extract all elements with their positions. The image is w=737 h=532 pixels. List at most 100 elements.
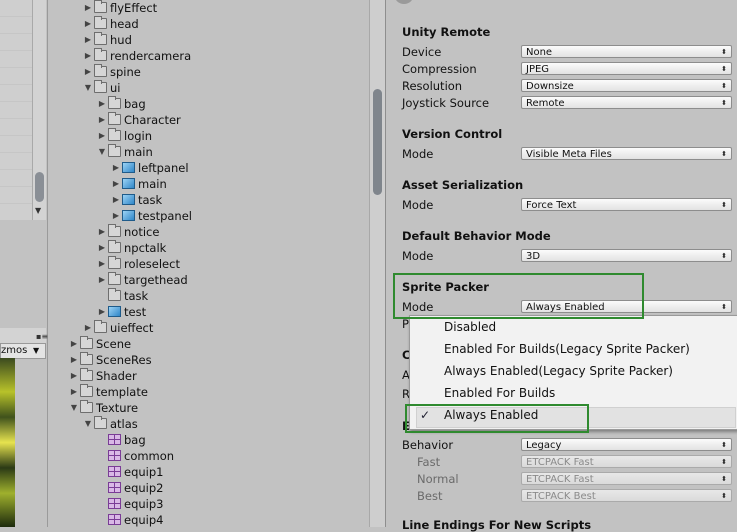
tree-item[interactable]: ▼ main bbox=[96, 144, 153, 160]
option-enabled-for-builds[interactable]: Enabled For Builds bbox=[444, 383, 555, 403]
compression-dropdown[interactable]: JPEG ⬍ bbox=[521, 62, 732, 75]
sprite-packer-padding-label: P bbox=[402, 317, 409, 331]
tree-item[interactable]: ▼ Texture bbox=[68, 400, 138, 416]
tree-item[interactable]: ▶ template bbox=[68, 384, 148, 400]
dropdown-arrows-icon: ⬍ bbox=[721, 492, 727, 500]
left-scrollbar-thumb[interactable] bbox=[35, 172, 44, 202]
expand-arrow-icon[interactable]: ▶ bbox=[82, 16, 94, 32]
expand-arrow-icon[interactable]: ▶ bbox=[82, 0, 94, 16]
collapse-arrow-icon[interactable]: ▼ bbox=[68, 400, 80, 416]
tree-item[interactable]: ▶ npctalk bbox=[96, 240, 166, 256]
tree-item[interactable]: ▶ notice bbox=[96, 224, 159, 240]
expand-arrow-icon[interactable]: ▶ bbox=[68, 352, 80, 368]
expand-arrow-icon[interactable]: ▶ bbox=[110, 208, 122, 224]
tree-item[interactable]: ▶ head bbox=[82, 16, 139, 32]
expand-arrow-icon[interactable]: ▶ bbox=[82, 48, 94, 64]
tree-item-label: notice bbox=[124, 225, 160, 239]
etc-normal-label: Normal bbox=[417, 472, 459, 486]
tree-item[interactable]: equip3 bbox=[96, 496, 163, 512]
project-tree-scrollbar-thumb[interactable] bbox=[373, 89, 382, 195]
expand-arrow-icon[interactable]: ▶ bbox=[96, 224, 108, 240]
collapse-arrow-icon[interactable]: ▼ bbox=[82, 80, 94, 96]
scroll-down-arrow-icon[interactable]: ▼ bbox=[35, 206, 41, 215]
tree-item[interactable]: ▶ SceneRes bbox=[68, 352, 152, 368]
option-enabled-for-builds-legacy[interactable]: Enabled For Builds(Legacy Sprite Packer) bbox=[444, 339, 690, 359]
gizmos-dropdown[interactable]: zmos ▼ bbox=[0, 343, 46, 359]
expand-arrow-icon[interactable]: ▶ bbox=[96, 96, 108, 112]
sprite-icon bbox=[108, 514, 121, 525]
asset-serialization-header: Asset Serialization bbox=[402, 178, 524, 192]
sprite-icon bbox=[108, 450, 121, 461]
expand-arrow-icon[interactable]: ▶ bbox=[96, 240, 108, 256]
expand-arrow-icon[interactable]: ▶ bbox=[68, 384, 80, 400]
version-control-mode-dropdown[interactable]: Visible Meta Files ⬍ bbox=[521, 147, 732, 160]
expand-arrow-icon[interactable]: ▶ bbox=[96, 128, 108, 144]
default-behavior-mode-dropdown[interactable]: 3D ⬍ bbox=[521, 249, 732, 262]
project-tree-scrollbar[interactable] bbox=[369, 0, 386, 527]
tree-item[interactable]: ▶ login bbox=[96, 128, 152, 144]
tree-item[interactable]: ▼ atlas bbox=[82, 416, 138, 432]
expand-arrow-icon[interactable]: ▶ bbox=[110, 160, 122, 176]
expand-arrow-icon[interactable]: ▶ bbox=[96, 256, 108, 272]
expand-arrow-icon[interactable]: ▶ bbox=[82, 64, 94, 80]
tree-item-label: equip3 bbox=[124, 497, 164, 511]
tree-item[interactable]: task bbox=[96, 288, 148, 304]
tree-item[interactable]: equip1 bbox=[96, 464, 163, 480]
tree-item[interactable]: ▶ flyEffect bbox=[82, 0, 157, 16]
tree-item[interactable]: ▶ targethead bbox=[96, 272, 188, 288]
folder-icon bbox=[108, 112, 121, 125]
prefab-icon bbox=[108, 306, 121, 317]
tree-item-label: rendercamera bbox=[110, 49, 192, 63]
tree-item[interactable]: ▶ testpanel bbox=[110, 208, 192, 224]
option-always-enabled-legacy[interactable]: Always Enabled(Legacy Sprite Packer) bbox=[444, 361, 673, 381]
expand-arrow-icon[interactable]: ▶ bbox=[110, 176, 122, 192]
tree-item[interactable]: bag bbox=[96, 432, 146, 448]
expand-arrow-icon[interactable]: ▶ bbox=[110, 192, 122, 208]
tree-item[interactable]: ▶ hud bbox=[82, 32, 132, 48]
tree-item-label: leftpanel bbox=[138, 161, 189, 175]
dropdown-arrows-icon: ⬍ bbox=[721, 99, 727, 107]
expand-arrow-icon[interactable]: ▶ bbox=[82, 320, 94, 336]
expand-arrow-icon[interactable]: ▶ bbox=[82, 32, 94, 48]
expand-arrow-icon[interactable]: ▶ bbox=[68, 368, 80, 384]
tree-item[interactable]: equip2 bbox=[96, 480, 163, 496]
panel-menu-icon[interactable]: ▪≡ bbox=[36, 332, 48, 341]
asset-serialization-mode-label: Mode bbox=[402, 198, 434, 212]
tree-item[interactable]: ▼ ui bbox=[82, 80, 120, 96]
expand-arrow-icon[interactable]: ▶ bbox=[96, 272, 108, 288]
folder-icon bbox=[80, 352, 93, 365]
tree-item[interactable]: equip4 bbox=[96, 512, 163, 528]
expand-arrow-icon[interactable]: ▶ bbox=[68, 336, 80, 352]
tree-item[interactable]: ▶ spine bbox=[82, 64, 141, 80]
tree-item-label: testpanel bbox=[138, 209, 192, 223]
tree-item[interactable]: ▶ Scene bbox=[68, 336, 131, 352]
tree-item[interactable]: ▶ uieffect bbox=[82, 320, 153, 336]
device-dropdown[interactable]: None ⬍ bbox=[521, 45, 732, 58]
tree-item[interactable]: ▶ rendercamera bbox=[82, 48, 191, 64]
etc-best-dropdown: ETCPACK Best ⬍ bbox=[521, 489, 732, 502]
tree-item[interactable]: ▶ roleselect bbox=[96, 256, 180, 272]
option-disabled[interactable]: Disabled bbox=[444, 317, 496, 337]
tree-item[interactable]: ▶ main bbox=[110, 176, 167, 192]
joystick-source-dropdown[interactable]: Remote ⬍ bbox=[521, 96, 732, 109]
tree-item[interactable]: ▶ Character bbox=[96, 112, 181, 128]
tree-item[interactable]: ▶ bag bbox=[96, 96, 146, 112]
tree-item[interactable]: ▶ Shader bbox=[68, 368, 137, 384]
tree-item[interactable]: ▶ task bbox=[110, 192, 162, 208]
collapse-arrow-icon[interactable]: ▼ bbox=[82, 416, 94, 432]
tree-item-label: Shader bbox=[96, 369, 137, 383]
tree-item[interactable]: common bbox=[96, 448, 174, 464]
expand-arrow-icon[interactable]: ▶ bbox=[96, 112, 108, 128]
etc-behavior-dropdown[interactable]: Legacy ⬍ bbox=[521, 438, 732, 451]
folder-icon bbox=[94, 0, 107, 13]
folder-icon bbox=[94, 16, 107, 29]
asset-serialization-mode-dropdown[interactable]: Force Text ⬍ bbox=[521, 198, 732, 211]
resolution-dropdown[interactable]: Downsize ⬍ bbox=[521, 79, 732, 92]
tree-item-label: roleselect bbox=[124, 257, 180, 271]
expand-arrow-icon[interactable]: ▶ bbox=[96, 304, 108, 320]
left-scrollbar[interactable]: ▼ bbox=[32, 0, 46, 220]
tree-item[interactable]: ▶ test bbox=[96, 304, 146, 320]
sprite-icon bbox=[108, 466, 121, 477]
tree-item[interactable]: ▶ leftpanel bbox=[110, 160, 189, 176]
collapse-arrow-icon[interactable]: ▼ bbox=[96, 144, 108, 160]
